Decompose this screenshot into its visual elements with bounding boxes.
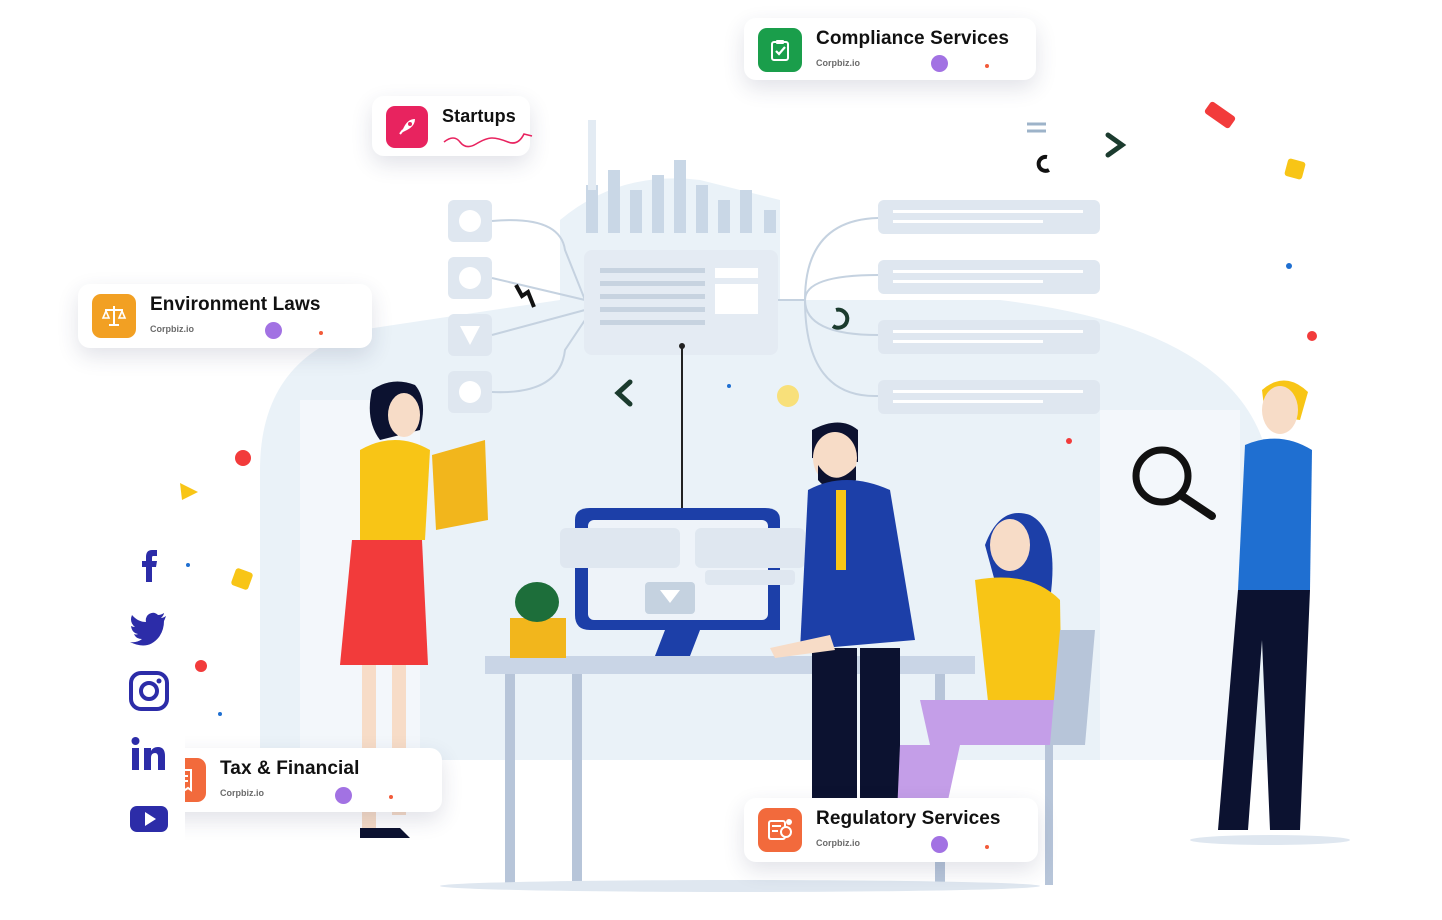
regulatory-services-card[interactable]: Regulatory Services Corpbiz.io: [744, 798, 1038, 862]
clipboard-check-icon: [758, 28, 802, 72]
central-panel: [584, 250, 778, 355]
status-dot-small: [389, 795, 393, 799]
status-dot: [265, 322, 282, 339]
scales-icon: [92, 294, 136, 338]
certificate-icon: [758, 808, 802, 852]
twitter-icon[interactable]: [128, 606, 170, 648]
card-title: Regulatory Services: [816, 808, 1001, 829]
status-dot: [931, 836, 948, 853]
flow-nodes-left: [448, 200, 492, 413]
social-links: [120, 530, 185, 890]
tax-financial-card[interactable]: Tax & Financial Corpbiz.io: [148, 748, 442, 812]
status-dot-small: [985, 64, 989, 68]
instagram-icon[interactable]: [128, 670, 170, 712]
trend-line: [443, 133, 533, 148]
card-subtitle: Corpbiz.io: [150, 324, 194, 334]
background-bars: [586, 160, 776, 233]
status-dot-small: [319, 331, 323, 335]
youtube-icon[interactable]: [128, 798, 170, 840]
linkedin-icon[interactable]: [128, 734, 170, 776]
status-dot-small: [985, 845, 989, 849]
environment-laws-card[interactable]: Environment Laws Corpbiz.io: [78, 284, 372, 348]
card-subtitle: Corpbiz.io: [816, 838, 860, 848]
card-title: Tax & Financial: [220, 758, 360, 779]
card-subtitle: Corpbiz.io: [816, 58, 860, 68]
status-dot: [931, 55, 948, 72]
rocket-icon: [386, 106, 428, 148]
startups-card[interactable]: Startups: [372, 96, 533, 156]
card-title: Environment Laws: [150, 294, 321, 315]
status-dot: [335, 787, 352, 804]
card-title: Compliance Services: [816, 28, 1010, 49]
facebook-icon[interactable]: [128, 542, 170, 584]
compliance-services-card[interactable]: Compliance Services Corpbiz.io: [744, 18, 1036, 80]
card-title: Startups: [442, 106, 516, 126]
